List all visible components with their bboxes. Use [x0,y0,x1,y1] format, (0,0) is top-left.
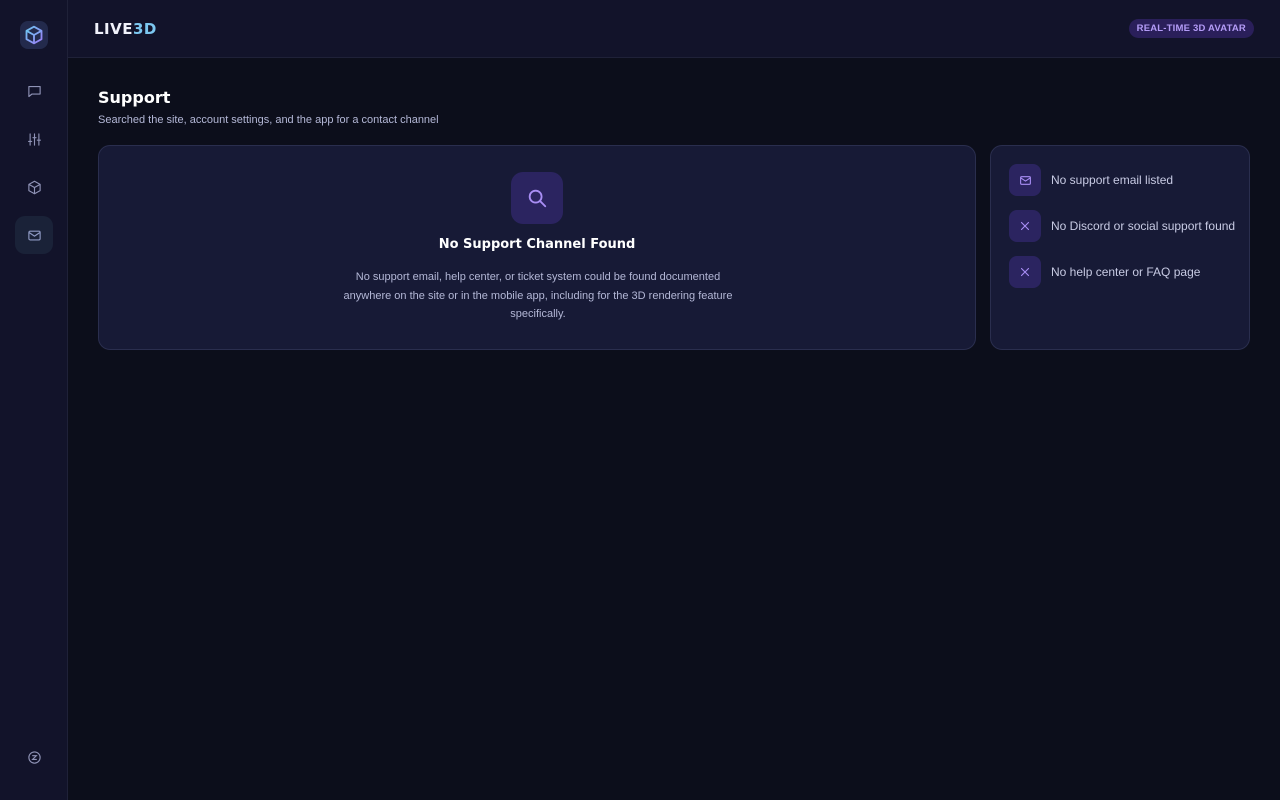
sidebar [0,0,68,800]
mail-icon [1009,164,1041,196]
top-header: LIVE3D REAL-TIME 3D AVATAR [68,0,1280,58]
sidebar-item-settings[interactable] [15,120,53,158]
mail-icon [27,230,41,240]
list-item: No support email listed [1009,164,1173,196]
cube-icon [27,180,41,194]
sidebar-item-billing[interactable] [15,738,53,776]
app-root: LIVE3D REAL-TIME 3D AVATAR Support Searc… [0,0,1280,800]
status-badge: REAL-TIME 3D AVATAR [1128,19,1254,38]
search-icon [528,189,547,208]
sidebar-item-support[interactable] [15,216,53,254]
sidebar-item-chat[interactable] [15,72,53,110]
chat-bubble-icon [27,85,41,97]
brand-accent: 3D [133,20,157,38]
coin-icon [27,750,41,764]
empty-state-card: No Support Channel Found No support emai… [98,145,976,350]
page-subtitle: Searched the site, account settings, and… [98,114,439,126]
brand-prefix: LIVE [94,20,133,38]
findings-card: No support email listed No Discord or so… [990,145,1250,350]
empty-state-title: No Support Channel Found [438,237,636,252]
list-item: No Discord or social support found [1009,210,1235,242]
finding-label: No support email listed [1051,173,1174,187]
list-item: No help center or FAQ page [1009,256,1200,288]
empty-state-icon-box [511,172,563,224]
finding-label: No Discord or social support found [1051,219,1236,233]
sliders-icon [27,132,41,146]
app-logo[interactable] [20,21,48,49]
close-icon [1009,256,1041,288]
empty-state-description: No support email, help center, or ticket… [343,271,733,320]
brand-wordmark[interactable]: LIVE3D [94,20,157,38]
finding-label: No help center or FAQ page [1051,265,1201,279]
page-title: Support [98,88,171,107]
close-icon [1009,210,1041,242]
sidebar-item-models[interactable] [15,168,53,206]
cube-logo-icon [25,25,43,45]
